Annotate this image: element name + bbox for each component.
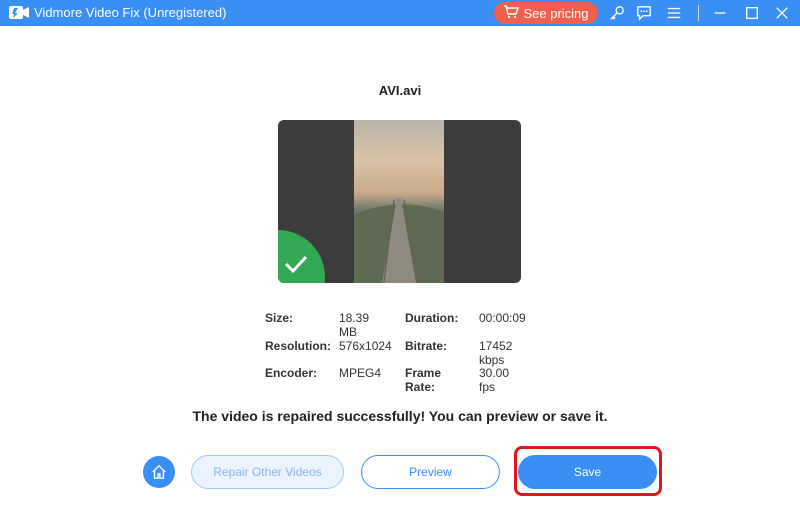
app-title: Vidmore Video Fix (Unregistered) [34, 5, 227, 20]
save-button[interactable]: Save [518, 455, 657, 489]
framerate-label: Frame Rate: [405, 366, 442, 394]
home-button[interactable] [143, 456, 175, 488]
app-logo-icon [8, 4, 30, 21]
size-label: Size: [265, 311, 294, 325]
key-icon[interactable] [608, 4, 626, 22]
checkmark-icon [284, 255, 308, 274]
see-pricing-label: See pricing [523, 5, 589, 21]
size-value: 18.39 MB [339, 311, 370, 339]
video-thumbnail [354, 120, 444, 283]
duration-value: 00:00:09 [479, 311, 526, 325]
video-preview [278, 120, 521, 283]
maximize-icon[interactable] [743, 4, 761, 22]
minimize-icon[interactable] [711, 4, 729, 22]
bitrate-value: 17452 kbps [479, 339, 513, 367]
success-message: The video is repaired successfully! You … [192, 408, 608, 424]
file-name: AVI.avi [378, 83, 422, 98]
encoder-label: Encoder: [265, 366, 318, 380]
duration-label: Duration: [405, 311, 459, 325]
bitrate-label: Bitrate: [405, 339, 448, 353]
repair-other-videos-button[interactable]: Repair Other Videos [191, 455, 344, 489]
cart-icon [503, 4, 520, 22]
encoder-value: MPEG4 [339, 366, 382, 380]
home-icon [152, 464, 166, 479]
resolution-label: Resolution: [265, 339, 331, 353]
menu-icon[interactable] [665, 4, 683, 22]
close-icon[interactable] [773, 4, 791, 22]
preview-button[interactable]: Preview [361, 455, 500, 489]
feedback-icon[interactable] [635, 4, 653, 22]
titlebar-divider [698, 5, 699, 21]
title-bar: Vidmore Video Fix (Unregistered) See pri… [0, 0, 800, 26]
framerate-value: 30.00 fps [479, 366, 510, 394]
see-pricing-button[interactable]: See pricing [494, 2, 598, 24]
resolution-value: 576x1024 [339, 339, 392, 353]
